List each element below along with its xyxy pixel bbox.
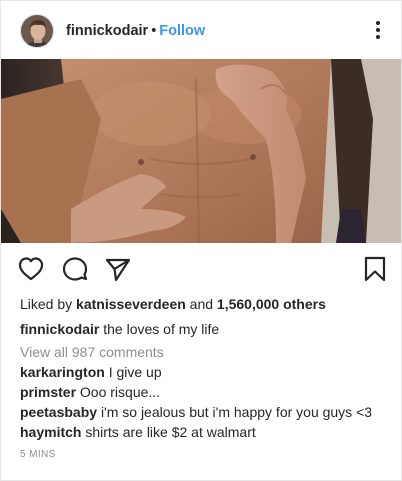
post-timestamp[interactable]: 5 MINS xyxy=(20,446,56,464)
comment-item: haymitch shirts are like $2 at walmart xyxy=(20,423,256,441)
caption-text: the loves of my life xyxy=(103,321,220,337)
likes-conjunction: and xyxy=(185,296,217,312)
comment-text: i'm so jealous but i'm happy for you guy… xyxy=(100,404,373,420)
post-header: finnickodair • Follow xyxy=(1,1,401,59)
likes-summary: Liked by katnisseverdeen and 1,560,000 o… xyxy=(20,295,326,313)
comment-text: Ooo risque... xyxy=(79,384,161,400)
heart-icon[interactable] xyxy=(17,255,45,283)
action-bar xyxy=(1,251,401,287)
likes-others-count[interactable]: 1,560,000 others xyxy=(217,296,326,312)
view-all-comments-link[interactable]: View all 987 comments xyxy=(20,343,164,361)
comment-text: shirts are like $2 at walmart xyxy=(85,424,256,440)
comment-icon[interactable] xyxy=(61,255,89,283)
more-vertical-icon[interactable] xyxy=(369,20,387,40)
comment-username[interactable]: primster xyxy=(20,384,76,400)
comment-item: peetasbaby i'm so jealous but i'm happy … xyxy=(20,403,372,421)
avatar[interactable] xyxy=(20,14,54,48)
bookmark-icon[interactable] xyxy=(361,255,389,283)
follow-button[interactable]: Follow xyxy=(159,23,205,39)
liker-username[interactable]: katnisseverdeen xyxy=(76,296,186,312)
caption: finnickodair the loves of my life xyxy=(20,320,219,338)
instagram-post: finnickodair • Follow Liked by katnissev… xyxy=(0,0,402,481)
comment-item: primster Ooo risque... xyxy=(20,383,160,401)
likes-prefix: Liked by xyxy=(20,296,77,312)
header-text: finnickodair • Follow xyxy=(66,23,205,39)
caption-username[interactable]: finnickodair xyxy=(20,321,99,337)
comment-username[interactable]: karkarington xyxy=(20,364,105,380)
comment-username[interactable]: haymitch xyxy=(20,424,81,440)
comment-item: karkarington I give up xyxy=(20,363,162,381)
comment-text: I give up xyxy=(108,364,162,380)
separator-dot: • xyxy=(151,23,157,39)
paper-plane-icon[interactable] xyxy=(104,255,132,283)
avatar-image xyxy=(21,15,53,47)
comment-username[interactable]: peetasbaby xyxy=(20,404,97,420)
post-author-username[interactable]: finnickodair xyxy=(66,23,148,39)
post-photo[interactable] xyxy=(1,59,401,243)
